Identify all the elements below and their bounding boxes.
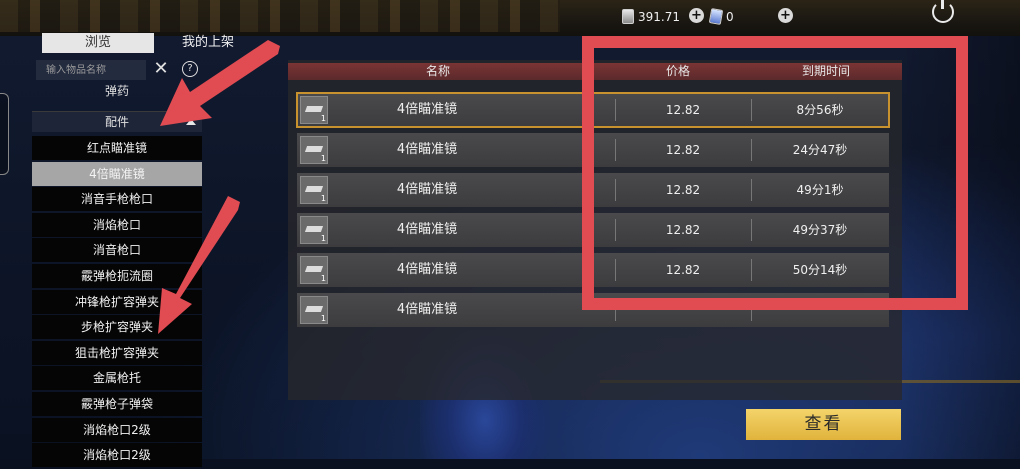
item-quantity: 1 (320, 234, 326, 243)
annotation-arrow-top (160, 40, 280, 126)
item-quantity: 1 (320, 154, 326, 163)
top-bar: 391.71 + 0 + (0, 0, 1020, 34)
subcategory-item[interactable]: 狙击枪扩容弹夹 (32, 340, 202, 365)
scope-item-icon: 1 (300, 296, 328, 324)
scope-icon (304, 226, 324, 232)
scope-item-icon: 1 (300, 216, 328, 244)
scope-item-icon: 1 (300, 96, 328, 124)
add-currency-1-button[interactable]: + (689, 8, 704, 23)
tab-browse[interactable]: 浏览 (42, 33, 154, 53)
side-handle[interactable] (0, 93, 9, 175)
subcategory-item[interactable]: 霰弹枪子弹袋 (32, 391, 202, 416)
scope-icon (304, 266, 324, 272)
annotation-arrow-bottom (158, 196, 240, 334)
subcategory-item[interactable]: 红点瞄准镜 (32, 136, 202, 160)
add-currency-2-button[interactable]: + (778, 8, 793, 23)
coin-icon (622, 9, 634, 24)
category-parts-label: 配件 (104, 115, 129, 129)
annotation-box (582, 36, 968, 310)
currency-1-value: 391.71 (638, 9, 680, 24)
subcategory-item[interactable]: 消焰枪口2级 (32, 417, 202, 442)
scope-icon (304, 306, 324, 312)
currency-2: 0 (708, 8, 734, 25)
scope-item-icon: 1 (300, 176, 328, 204)
scope-icon (304, 106, 324, 112)
item-name: 4倍瞄准镜 (396, 142, 458, 157)
subcategory-item[interactable]: 消焰枪口2级 (32, 443, 202, 468)
scope-item-icon: 1 (300, 136, 328, 164)
scope-item-icon: 1 (300, 256, 328, 284)
scope-icon (304, 186, 324, 192)
item-name: 4倍瞄准镜 (396, 222, 458, 237)
subcategory-item[interactable]: 4倍瞄准镜 (32, 161, 202, 186)
header-name: 名称 (425, 64, 450, 78)
scope-icon (304, 146, 324, 152)
item-quantity: 1 (320, 194, 326, 203)
item-quantity: 1 (320, 314, 326, 323)
item-name: 4倍瞄准镜 (396, 182, 458, 197)
item-quantity: 1 (320, 274, 326, 283)
view-button[interactable]: 查看 (746, 409, 901, 440)
ticket-icon (708, 8, 724, 25)
item-name: 4倍瞄准镜 (396, 302, 458, 317)
item-name: 4倍瞄准镜 (396, 262, 458, 277)
item-quantity: 1 (320, 114, 326, 123)
power-icon[interactable] (932, 0, 954, 23)
search-input[interactable] (36, 60, 146, 80)
item-name: 4倍瞄准镜 (396, 102, 458, 117)
currency-2-value: 0 (726, 9, 734, 24)
subcategory-item[interactable]: 金属枪托 (32, 366, 202, 391)
currency-1: 391.71 (622, 9, 680, 24)
